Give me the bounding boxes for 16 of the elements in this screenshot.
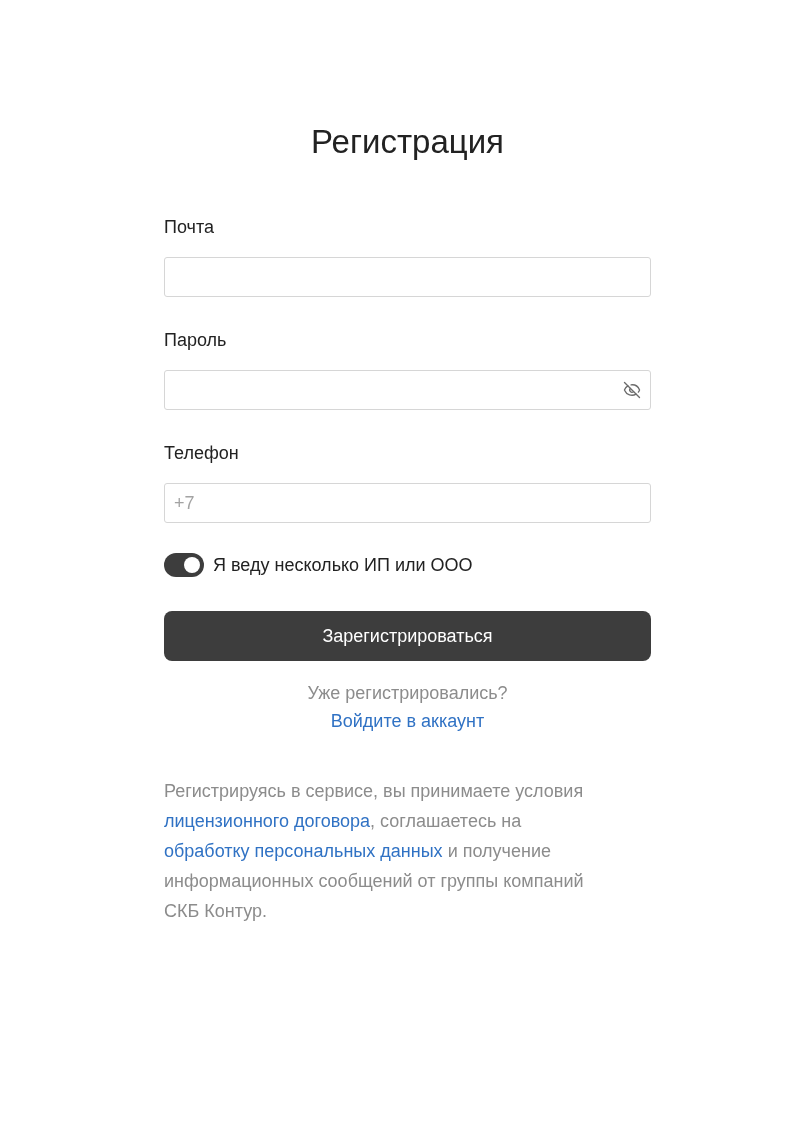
field-label: Почта <box>164 216 215 239</box>
toggle-label: Я веду несколько ИП или ООО <box>213 554 473 577</box>
page-title: Регистрация <box>310 122 505 162</box>
field-label: Пароль <box>164 329 228 352</box>
terms-link[interactable]: лицензионного договора <box>164 811 371 831</box>
input-field[interactable] <box>164 370 651 410</box>
legal-text: Регистрируясь в сервисе, вы принимаете условия лицензионного договора, соглашаетесь на обработку персональных данных и получение информационных сообщений от группы компаний СКБ Контур. <box>164 780 585 923</box>
register-button[interactable]: Зарегистрироваться <box>164 611 651 661</box>
login-link[interactable]: Войдите в аккаунт <box>330 707 485 735</box>
input-field[interactable] <box>164 257 651 297</box>
login-prompt: Уже регистрировались? <box>307 682 508 705</box>
input-field[interactable]: +7 <box>164 483 651 523</box>
terms-link[interactable]: обработку персональных данных <box>164 841 443 861</box>
eye-slash-icon[interactable] <box>623 381 641 399</box>
field-label: Телефон <box>164 442 240 465</box>
toggle-switch[interactable] <box>164 553 204 577</box>
